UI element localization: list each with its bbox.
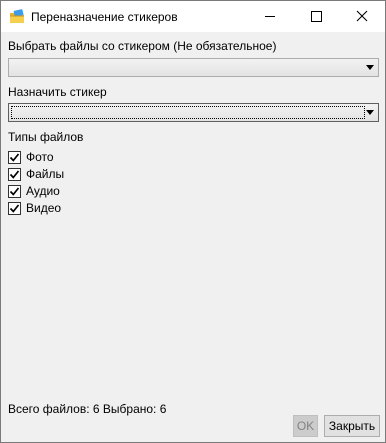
target-sticker-label: Назначить стикер [8,85,107,99]
checkbox-files-box[interactable] [8,168,21,181]
title-bar[interactable]: Переназначение стикеров [1,1,385,32]
checkbox-photo-label: Фото [26,150,54,164]
checkmark-icon [9,170,20,179]
checkbox-files-label: Файлы [26,167,65,181]
checkbox-audio[interactable]: Аудио [8,184,158,199]
focus-rectangle [11,106,365,119]
source-sticker-select[interactable] [8,58,379,77]
close-button[interactable]: Закрыть [324,415,380,437]
chevron-down-icon [366,65,374,70]
maximize-icon [311,11,322,22]
file-types-label: Типы файлов [8,130,84,144]
window-title: Переназначение стикеров [31,10,178,24]
file-count-status: Всего файлов: 6 Выбрано: 6 [8,402,167,416]
checkmark-icon [9,153,20,162]
checkbox-video[interactable]: Видео [8,201,158,216]
checkbox-audio-box[interactable] [8,185,21,198]
checkbox-video-label: Видео [26,201,62,215]
checkbox-photo[interactable]: Фото [8,150,158,165]
source-sticker-label: Выбрать файлы со стикером (Не обязательн… [8,39,277,53]
checkmark-icon [9,187,20,196]
dialog-window: Переназначение стикеров Выбрать файлы со… [0,0,386,443]
chevron-down-icon [366,110,374,115]
checkbox-audio-label: Аудио [26,184,60,198]
sticker-folder-icon [9,9,25,25]
close-icon [356,10,368,22]
minimize-button[interactable] [247,1,293,32]
target-sticker-select[interactable] [8,103,379,122]
checkbox-photo-box[interactable] [8,151,21,164]
checkmark-icon [9,204,20,213]
ok-button[interactable]: OK [293,415,318,437]
close-window-button[interactable] [339,1,385,32]
maximize-button[interactable] [293,1,339,32]
checkbox-files[interactable]: Файлы [8,167,158,182]
checkbox-video-box[interactable] [8,202,21,215]
minimize-icon [265,16,275,17]
